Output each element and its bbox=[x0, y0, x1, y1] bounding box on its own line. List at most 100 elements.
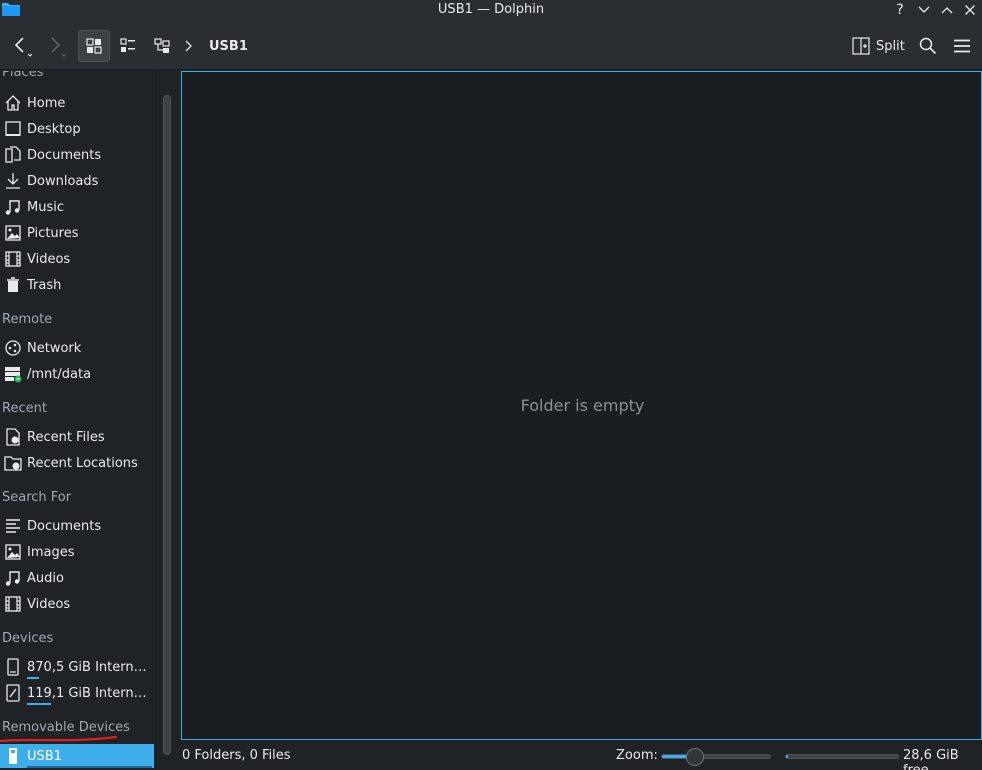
sidebar-item-label: Home bbox=[27, 95, 66, 111]
sidebar-scrollbar[interactable] bbox=[156, 71, 178, 770]
chevron-up-icon bbox=[941, 7, 953, 14]
split-label: Split bbox=[876, 38, 905, 54]
images-icon bbox=[2, 541, 24, 563]
free-space-bar[interactable] bbox=[785, 754, 899, 759]
sidebar-item-label: Audio bbox=[27, 570, 64, 586]
sidebar-item-label: /mnt/data bbox=[27, 366, 92, 382]
ssd-icon bbox=[2, 682, 24, 704]
chevron-right-icon bbox=[185, 40, 192, 52]
sidebar-item-internal-drive-1[interactable]: 870,5 GiB Internal Drive bbox=[0, 655, 154, 679]
places-panel: Places Home Desktop Documents Downloads … bbox=[0, 71, 156, 770]
sidebar-item-label: Documents bbox=[27, 518, 102, 534]
sidebar-item-label: Recent Files bbox=[27, 429, 105, 445]
section-header-removable: Removable Devices bbox=[2, 720, 130, 735]
recent-locations-icon bbox=[2, 452, 24, 474]
zoom-slider-handle[interactable] bbox=[686, 748, 704, 766]
sidebar-item-documents[interactable]: Documents bbox=[0, 143, 154, 167]
section-header-devices: Devices bbox=[2, 631, 54, 646]
sidebar-item-label: Downloads bbox=[27, 173, 99, 189]
documents-icon bbox=[2, 144, 24, 166]
recent-files-icon bbox=[2, 426, 24, 448]
sidebar-item-label: 119,1 GiB Internal Drive bbox=[27, 685, 149, 701]
pictures-icon bbox=[2, 222, 24, 244]
sidebar-item-search-images[interactable]: Images bbox=[0, 540, 154, 564]
sidebar-item-downloads[interactable]: Downloads bbox=[0, 169, 154, 193]
zoom-slider[interactable] bbox=[661, 748, 771, 766]
arrow-left-icon bbox=[14, 37, 32, 57]
drive-usage-bar bbox=[27, 703, 52, 705]
zoom-label: Zoom: bbox=[616, 748, 658, 763]
network-icon bbox=[2, 337, 24, 359]
scrollbar-thumb[interactable] bbox=[163, 95, 171, 755]
sidebar-item-recent-files[interactable]: Recent Files bbox=[0, 425, 154, 449]
drive-usage-bar bbox=[27, 766, 152, 768]
file-view[interactable]: Folder is empty bbox=[181, 71, 982, 740]
sidebar-item-label: Network bbox=[27, 340, 82, 356]
sidebar-item-home[interactable]: Home bbox=[0, 91, 154, 115]
hamburger-menu-icon bbox=[954, 39, 970, 53]
sidebar-item-label: Documents bbox=[27, 147, 102, 163]
window-title: USB1 — Dolphin bbox=[437, 2, 545, 17]
sidebar-item-search-audio[interactable]: Audio bbox=[0, 566, 154, 590]
sidebar-item-label: Pictures bbox=[27, 225, 79, 241]
search-videos-icon bbox=[2, 593, 24, 615]
menu-button[interactable] bbox=[948, 30, 976, 62]
sidebar-item-label: Images bbox=[27, 544, 75, 560]
sidebar-item-label: Desktop bbox=[27, 121, 81, 137]
arrow-right-icon bbox=[51, 37, 66, 57]
sidebar-item-usb1[interactable]: USB1 bbox=[0, 744, 154, 768]
empty-folder-message: Folder is empty bbox=[520, 396, 645, 415]
free-space-text: 28,6 GiB free bbox=[903, 748, 959, 770]
breadcrumb[interactable]: USB1 bbox=[209, 39, 248, 54]
compact-view-icon bbox=[120, 38, 135, 52]
minimize-button[interactable] bbox=[914, 1, 934, 19]
sidebar-item-videos[interactable]: Videos bbox=[0, 247, 154, 271]
sidebar-item-label: Recent Locations bbox=[27, 455, 138, 471]
compact-view-button[interactable] bbox=[113, 30, 143, 62]
drive-usage-bar bbox=[27, 677, 40, 679]
title-bar: USB1 — Dolphin ? bbox=[0, 0, 982, 22]
sidebar-item-label: 870,5 GiB Internal Drive bbox=[27, 659, 149, 675]
sidebar-item-mnt-data[interactable]: /mnt/data bbox=[0, 362, 154, 386]
section-header-remote: Remote bbox=[2, 312, 53, 327]
network-drive-icon bbox=[2, 363, 24, 385]
section-header-recent: Recent bbox=[2, 401, 47, 416]
back-button[interactable] bbox=[6, 30, 36, 62]
music-icon bbox=[2, 196, 24, 218]
split-button[interactable]: Split bbox=[848, 30, 909, 62]
downloads-icon bbox=[2, 170, 24, 192]
details-view-button[interactable] bbox=[147, 30, 177, 62]
close-button[interactable] bbox=[960, 1, 980, 19]
sidebar-item-search-documents[interactable]: Documents bbox=[0, 514, 154, 538]
sidebar-item-label: Videos bbox=[27, 596, 71, 612]
sidebar-item-desktop[interactable]: Desktop bbox=[0, 117, 154, 141]
trash-icon bbox=[2, 274, 24, 296]
search-button[interactable] bbox=[914, 30, 942, 62]
sidebar-item-recent-locations[interactable]: Recent Locations bbox=[0, 451, 154, 475]
audio-icon bbox=[2, 567, 24, 589]
sidebar-item-trash[interactable]: Trash bbox=[0, 273, 154, 297]
home-icon bbox=[2, 92, 24, 114]
sidebar-item-music[interactable]: Music bbox=[0, 195, 154, 219]
maximize-button[interactable] bbox=[937, 1, 957, 19]
videos-icon bbox=[2, 248, 24, 270]
sidebar-item-internal-drive-2[interactable]: 119,1 GiB Internal Drive bbox=[0, 681, 154, 705]
sidebar-item-label: Trash bbox=[27, 277, 62, 293]
sidebar-item-pictures[interactable]: Pictures bbox=[0, 221, 154, 245]
close-icon bbox=[965, 5, 975, 15]
status-bar: 0 Folders, 0 Files Zoom: 28,6 GiB free bbox=[178, 742, 982, 770]
search-documents-icon bbox=[2, 515, 24, 537]
help-button[interactable]: ? bbox=[890, 1, 910, 19]
section-header-search: Search For bbox=[2, 490, 72, 505]
folder-summary: 0 Folders, 0 Files bbox=[182, 748, 291, 763]
sidebar-item-search-videos[interactable]: Videos bbox=[0, 592, 154, 616]
icons-view-button[interactable] bbox=[78, 30, 110, 62]
toolbar: USB1 Split bbox=[0, 22, 982, 70]
tree-view-icon bbox=[154, 38, 170, 53]
usb-drive-icon bbox=[2, 745, 24, 767]
forward-button[interactable] bbox=[40, 30, 70, 62]
section-header-places: Places bbox=[2, 71, 44, 80]
hard-drive-icon bbox=[2, 656, 24, 678]
split-view-icon bbox=[852, 37, 870, 55]
sidebar-item-network[interactable]: Network bbox=[0, 336, 154, 360]
